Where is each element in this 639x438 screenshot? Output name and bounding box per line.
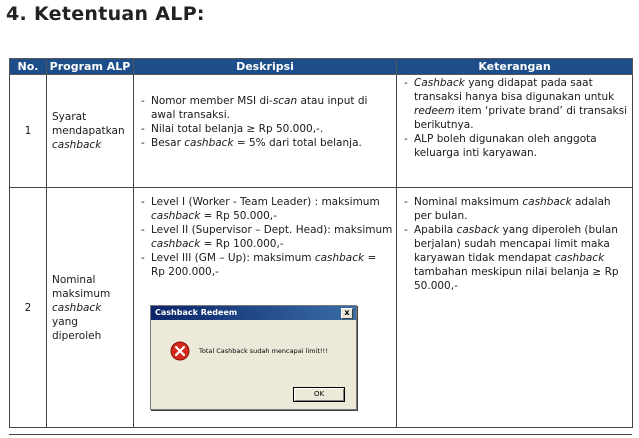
- text-run-italic: cashback: [554, 252, 605, 264]
- text-run: Nominal maksimum: [414, 196, 523, 208]
- row-number: 2: [9, 187, 47, 428]
- header-program: Program ALP: [46, 58, 134, 75]
- program-line: cashback: [52, 139, 102, 151]
- section-heading: 4. Ketentuan ALP:: [6, 3, 205, 25]
- program-cell: Nominal maksimum cashback yang diperoleh: [46, 187, 134, 428]
- text-run-italic: Cashback: [414, 77, 465, 89]
- text-run-italic: redeem: [414, 105, 455, 117]
- header-no: No.: [9, 58, 47, 75]
- text-run-italic: casback: [456, 224, 500, 236]
- program-cell: Syarat mendapatkan cashback: [46, 74, 134, 188]
- text-run: Level III (GM – Up): maksimum: [151, 252, 315, 264]
- keterangan-item: Cashback yang didapat pada saat transaks…: [400, 76, 629, 132]
- program-line: cashback: [52, 301, 102, 314]
- keterangan-item: Nominal maksimum cashback adalah per bul…: [400, 195, 629, 223]
- deskripsi-item: Besar cashback = 5% dari total belanja.: [137, 136, 393, 150]
- program-line: Syarat: [52, 111, 87, 123]
- deskripsi-item: Level II (Supervisor – Dept. Head): maks…: [137, 223, 393, 251]
- deskripsi-cell: Nomor member MSI di-scan atau input di a…: [133, 74, 397, 188]
- text-run: Nomor member MSI di-: [151, 95, 273, 107]
- text-run: = Rp 100.000,-: [200, 238, 284, 250]
- deskripsi-item: Nilai total belanja ≥ Rp 50.000,-.: [137, 122, 393, 136]
- close-icon[interactable]: x: [341, 308, 353, 319]
- deskripsi-item: Level I (Worker - Team Leader) : maksimu…: [137, 195, 393, 223]
- deskripsi-item: Nomor member MSI di-scan atau input di a…: [137, 94, 393, 122]
- ok-button[interactable]: OK: [293, 387, 345, 402]
- dialog-title: Cashback Redeem: [155, 308, 238, 317]
- text-run: tambahan meskipun nilai belanja ≥ Rp 50.…: [414, 266, 619, 292]
- text-run-italic: scan: [272, 95, 298, 107]
- header-keterangan: Keterangan: [396, 58, 633, 75]
- program-line: Nominal: [52, 273, 96, 286]
- program-line: yang: [52, 315, 78, 328]
- keterangan-item: ALP boleh digunakan oleh anggota keluarg…: [400, 132, 629, 160]
- cashback-redeem-dialog: Cashback Redeem x Total Cashback sudah m…: [150, 305, 357, 410]
- dialog-message: Total Cashback sudah mencapai limit!!!: [199, 347, 328, 355]
- text-run: Nilai total belanja ≥ Rp 50.000,-.: [151, 123, 324, 135]
- program-line: mendapatkan: [52, 125, 125, 137]
- keterangan-item: Apabila casback yang diperoleh (bulan be…: [400, 223, 629, 293]
- table-bottom-border: [9, 434, 632, 435]
- dialog-title-bar: Cashback Redeem x: [151, 306, 356, 320]
- text-run: = Rp 50.000,-: [200, 210, 277, 222]
- row-number: 1: [9, 74, 47, 188]
- text-run: Level I (Worker - Team Leader) : maksimu…: [151, 196, 380, 208]
- error-icon: [170, 341, 190, 361]
- keterangan-cell: Nominal maksimum cashback adalah per bul…: [396, 187, 633, 428]
- text-run: Besar: [151, 137, 185, 149]
- text-run: = 5% dari total belanja.: [233, 137, 362, 149]
- text-run-italic: cashback: [184, 137, 234, 149]
- table-row: 1 Syarat mendapatkan cashback Nomor memb…: [9, 74, 633, 188]
- text-run-italic: cashback: [522, 196, 572, 208]
- keterangan-cell: Cashback yang didapat pada saat transaks…: [396, 74, 633, 188]
- text-run-italic: cashback: [151, 210, 201, 222]
- text-run: Apabila: [414, 224, 457, 236]
- program-line: diperoleh: [52, 329, 102, 342]
- header-deskripsi: Deskripsi: [133, 58, 397, 75]
- text-run-italic: cashback: [151, 238, 201, 250]
- program-line: maksimum: [52, 287, 111, 300]
- text-run: ALP boleh digunakan oleh anggota keluarg…: [414, 133, 597, 159]
- deskripsi-item: Level III (GM – Up): maksimum cashback =…: [137, 251, 393, 279]
- table-header-row: No. Program ALP Deskripsi Keterangan: [9, 58, 633, 75]
- text-run: Level II (Supervisor – Dept. Head): maks…: [151, 224, 393, 236]
- text-run-italic: cashback: [314, 252, 365, 264]
